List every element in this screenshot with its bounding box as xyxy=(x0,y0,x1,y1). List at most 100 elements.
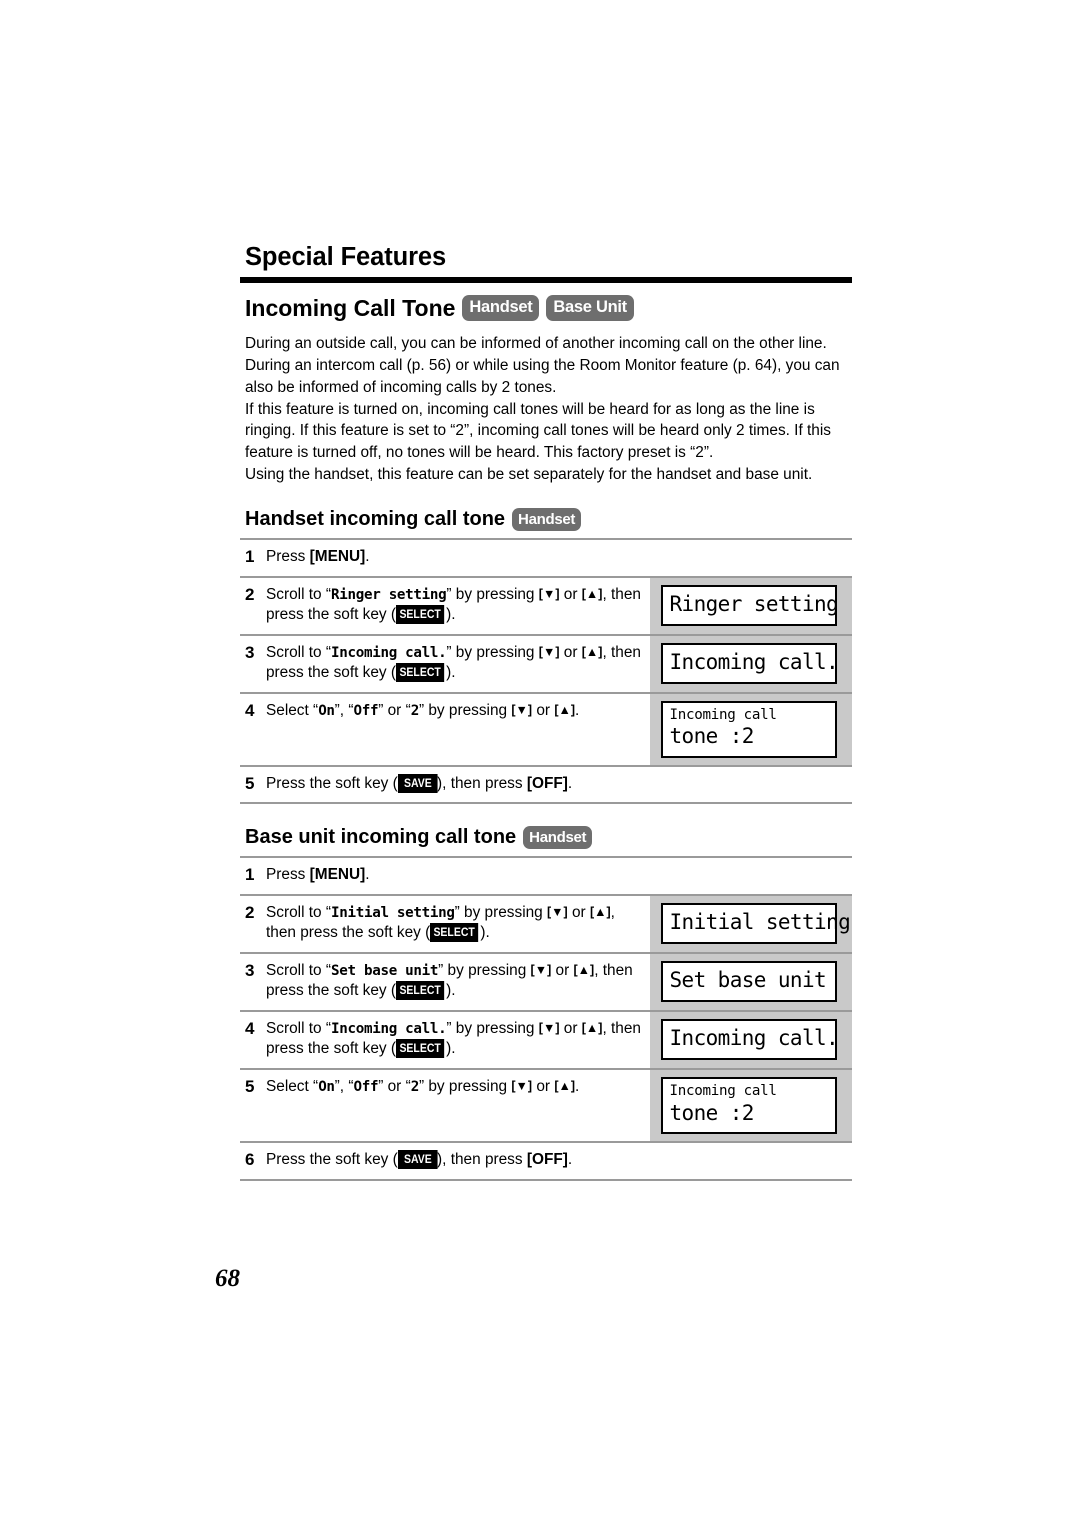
lcd-cell: Incoming call. xyxy=(650,1011,852,1068)
lcd-cell: Ringer setting xyxy=(650,577,852,634)
lcd-line-top: Incoming call. xyxy=(669,1026,839,1051)
intro-paragraph-3: If this feature is turned on, incoming c… xyxy=(245,400,831,462)
badge-base-unit: Base Unit xyxy=(546,295,634,321)
key-menu: [MENU] xyxy=(309,866,366,884)
key-up: [▲] xyxy=(581,586,603,601)
mono-literal: Initial setting xyxy=(331,904,455,921)
step-number: 2 xyxy=(245,902,255,922)
step-text-cell: 2 Scroll to “Initial setting” by pressing… xyxy=(240,895,650,952)
step-text-cell: 5 Select “On”, “Off” or “2” by pressing [… xyxy=(240,1069,650,1142)
key-down: [▼] xyxy=(511,1078,533,1093)
step-instruction: Press the soft key (SAVE), then press [O… xyxy=(266,773,573,793)
lcd-line-top: Initial setting xyxy=(669,910,851,935)
chapter-title-rule xyxy=(240,276,852,283)
lcd-cell-empty xyxy=(650,1143,852,1179)
softkey-select: SELECT xyxy=(396,981,445,1001)
step-row: 6 Press the soft key (SAVE), then press [… xyxy=(240,1143,852,1181)
key-down: [▼] xyxy=(538,644,560,659)
badge-handset: Handset xyxy=(523,826,593,850)
lcd-cell: Initial setting xyxy=(650,895,852,952)
step-row: 1 Press [MENU]. xyxy=(240,540,852,578)
mono-literal: Set base unit xyxy=(331,962,439,979)
intro-paragraph-1: During an outside call, you can be infor… xyxy=(245,334,827,352)
section-title-row: Incoming Call Tone Handset Base Unit xyxy=(240,295,852,321)
lcd-screen: Incoming call. xyxy=(660,643,839,684)
step-instruction: Scroll to “Incoming call.” by pressing [… xyxy=(266,1019,641,1058)
step-instruction: Scroll to “Ringer setting” by pressing [… xyxy=(266,585,641,624)
step-number: 4 xyxy=(245,1018,255,1038)
step-text-cell: 6 Press the soft key (SAVE), then press [… xyxy=(240,1143,650,1178)
lcd-cell-empty xyxy=(650,766,852,803)
page-content: Special Features Incoming Call Tone Hand… xyxy=(240,243,852,1181)
softkey-select: SELECT xyxy=(430,923,479,943)
step-row: 4 Scroll to “Incoming call.” by pressing … xyxy=(240,1011,852,1070)
step-instruction: Scroll to “Initial setting” by pressing … xyxy=(266,903,615,943)
key-up: [▲] xyxy=(554,1078,576,1093)
mono-literal: Ringer setting xyxy=(331,586,447,603)
key-down: [▼] xyxy=(547,904,568,919)
step-instruction: Select “On”, “Off” or “2” by pressing [▼… xyxy=(266,1077,580,1095)
key-off: [OFF] xyxy=(526,1151,568,1169)
badge-handset: Handset xyxy=(462,295,540,321)
step-row: 2 Scroll to “Initial setting” by pressing… xyxy=(240,895,852,954)
lcd-line-top: Ringer setting xyxy=(669,592,839,617)
lcd-screen: Ringer setting xyxy=(660,585,839,626)
softkey-save: SAVE xyxy=(397,1150,438,1169)
lcd-screen: Set base unit xyxy=(660,961,837,1003)
lcd-cell: Set base unit xyxy=(650,953,852,1010)
subsection-heading-text: Handset incoming call tone xyxy=(245,508,506,531)
mono-literal: Off xyxy=(353,1078,379,1095)
step-row: 5 Press the soft key (SAVE), then press [… xyxy=(240,766,852,805)
step-number: 1 xyxy=(245,547,255,567)
mono-literal: Off xyxy=(353,702,379,719)
subsection-heading-base-unit: Base unit incoming call tone Handset xyxy=(240,826,852,850)
step-number: 6 xyxy=(245,1150,255,1170)
softkey-select: SELECT xyxy=(396,1039,445,1058)
lcd-cell: Incoming call. xyxy=(650,635,852,692)
step-text-cell: 1 Press [MENU]. xyxy=(240,858,650,893)
step-instruction: Scroll to “Set base unit” by pressing [▼… xyxy=(266,961,633,1001)
step-instruction: Scroll to “Incoming call.” by pressing [… xyxy=(266,643,641,682)
lcd-line-bottom: tone :2 xyxy=(669,724,755,749)
page-number: 68 xyxy=(215,1265,240,1292)
softkey-select: SELECT xyxy=(396,663,445,682)
chapter-title: Special Features xyxy=(245,243,447,271)
key-up: [▲] xyxy=(554,702,576,717)
manual-page: Special Features Incoming Call Tone Hand… xyxy=(0,0,1080,1528)
page-title: Incoming Call Tone xyxy=(245,294,456,321)
key-down: [▼] xyxy=(530,962,552,977)
step-instruction: Press [MENU]. xyxy=(266,548,370,566)
lcd-screen: Incoming call tone :2 xyxy=(660,700,837,758)
step-row: 5 Select “On”, “Off” or “2” by pressing [… xyxy=(240,1069,852,1144)
badge-handset: Handset xyxy=(512,508,582,532)
mono-literal: Incoming call. xyxy=(331,1020,447,1037)
step-row: 1 Press [MENU]. xyxy=(240,858,852,896)
mono-literal: Incoming call. xyxy=(331,644,447,661)
steps-table-base-unit: 1 Press [MENU]. 2 Scroll to “Initial settin… xyxy=(240,858,852,1181)
key-up: [▲] xyxy=(581,1020,603,1035)
step-number: 3 xyxy=(245,642,255,662)
mono-literal: On xyxy=(318,702,335,719)
subsection-heading-text: Base unit incoming call tone xyxy=(245,826,517,849)
mono-literal: On xyxy=(318,1078,335,1095)
lcd-line-top: Incoming call xyxy=(669,1082,777,1099)
key-up: [▲] xyxy=(581,644,603,659)
key-down: [▼] xyxy=(538,586,560,601)
key-up: [▲] xyxy=(589,904,611,919)
step-text-cell: 4 Select “On”, “Off” or “2” by pressing [… xyxy=(240,693,650,765)
softkey-save: SAVE xyxy=(397,773,438,793)
step-text-cell: 2 Scroll to “Ringer setting” by pressing … xyxy=(240,577,650,634)
key-up: [▲] xyxy=(573,962,595,977)
subsection-heading-handset: Handset incoming call tone Handset xyxy=(240,508,852,532)
mono-literal: 2 xyxy=(410,702,420,719)
lcd-cell-empty xyxy=(650,858,852,894)
intro-paragraph-4: Using the handset, this feature can be s… xyxy=(245,466,813,484)
key-down: [▼] xyxy=(538,1020,560,1035)
lcd-line-top: Incoming call. xyxy=(669,650,839,675)
step-number: 3 xyxy=(245,960,255,980)
step-row: 2 Scroll to “Ringer setting” by pressing … xyxy=(240,577,852,636)
step-text-cell: 4 Scroll to “Incoming call.” by pressing … xyxy=(240,1011,650,1068)
step-number: 5 xyxy=(245,1076,255,1096)
softkey-select: SELECT xyxy=(396,605,445,624)
lcd-cell: Incoming call tone :2 xyxy=(650,1069,852,1142)
